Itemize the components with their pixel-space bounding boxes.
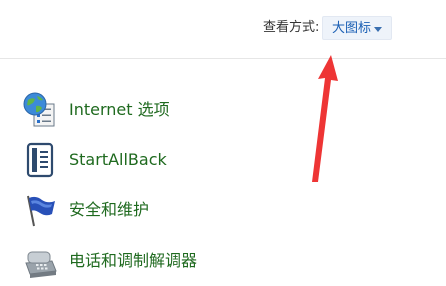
annotation-arrow bbox=[312, 55, 338, 182]
